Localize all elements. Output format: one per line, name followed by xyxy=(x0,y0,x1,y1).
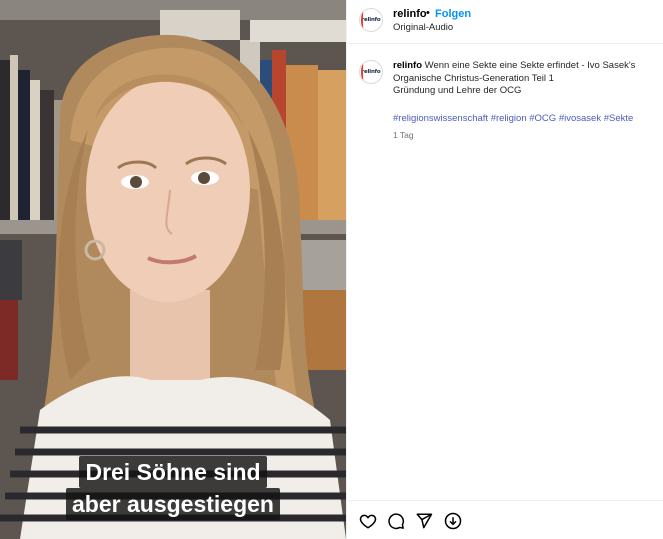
like-button[interactable] xyxy=(359,512,377,530)
comment-icon xyxy=(388,513,405,530)
heart-icon xyxy=(359,514,377,529)
separator-dot: • xyxy=(426,7,430,19)
download-button[interactable] xyxy=(444,512,462,530)
hashtag-link[interactable]: #religion xyxy=(491,113,527,124)
avatar[interactable]: relinfo xyxy=(359,60,383,84)
caption-subtitle: Gründung und Lehre der OCG xyxy=(393,85,522,96)
header-username[interactable]: relinfo xyxy=(393,8,427,20)
hashtag-list: #religionswissenschaft #religion #OCG #i… xyxy=(393,113,658,124)
hashtag-link[interactable]: #ivosasek xyxy=(559,113,601,124)
subtitle-line: Drei Söhne sind xyxy=(79,456,267,488)
logo-arc-icon xyxy=(361,64,366,80)
hashtag-link[interactable]: #religionswissenschaft xyxy=(393,113,488,124)
subtitle-line: aber ausgestiegen xyxy=(66,488,280,520)
share-button[interactable] xyxy=(415,512,433,530)
logo-arc-icon xyxy=(361,12,366,28)
hashtag-link[interactable]: #OCG xyxy=(529,113,556,124)
caption-username[interactable]: relinfo xyxy=(393,60,422,71)
post-panel: relinfo relinfo • Folgen Original-Audio … xyxy=(346,0,663,539)
reel-video[interactable]: Drei Söhne sind aber ausgestiegen xyxy=(0,0,346,539)
follow-button[interactable]: Folgen xyxy=(435,8,471,20)
avatar[interactable]: relinfo xyxy=(359,8,383,32)
caption-text: relinfo Wenn eine Sekte eine Sekte erfin… xyxy=(393,60,653,98)
share-icon xyxy=(416,513,433,529)
save-icon xyxy=(444,512,462,530)
post-header: relinfo relinfo • Folgen Original-Audio xyxy=(347,0,663,44)
post-timestamp[interactable]: 1 Tag xyxy=(393,130,414,140)
caption-title: Wenn eine Sekte eine Sekte erfindet - Iv… xyxy=(393,60,636,84)
action-bar xyxy=(347,500,663,539)
audio-link[interactable]: Original-Audio xyxy=(393,22,453,33)
comment-button[interactable] xyxy=(387,512,405,530)
video-subtitles: Drei Söhne sind aber ausgestiegen xyxy=(0,456,346,520)
hashtag-link[interactable]: #Sekte xyxy=(604,113,634,124)
